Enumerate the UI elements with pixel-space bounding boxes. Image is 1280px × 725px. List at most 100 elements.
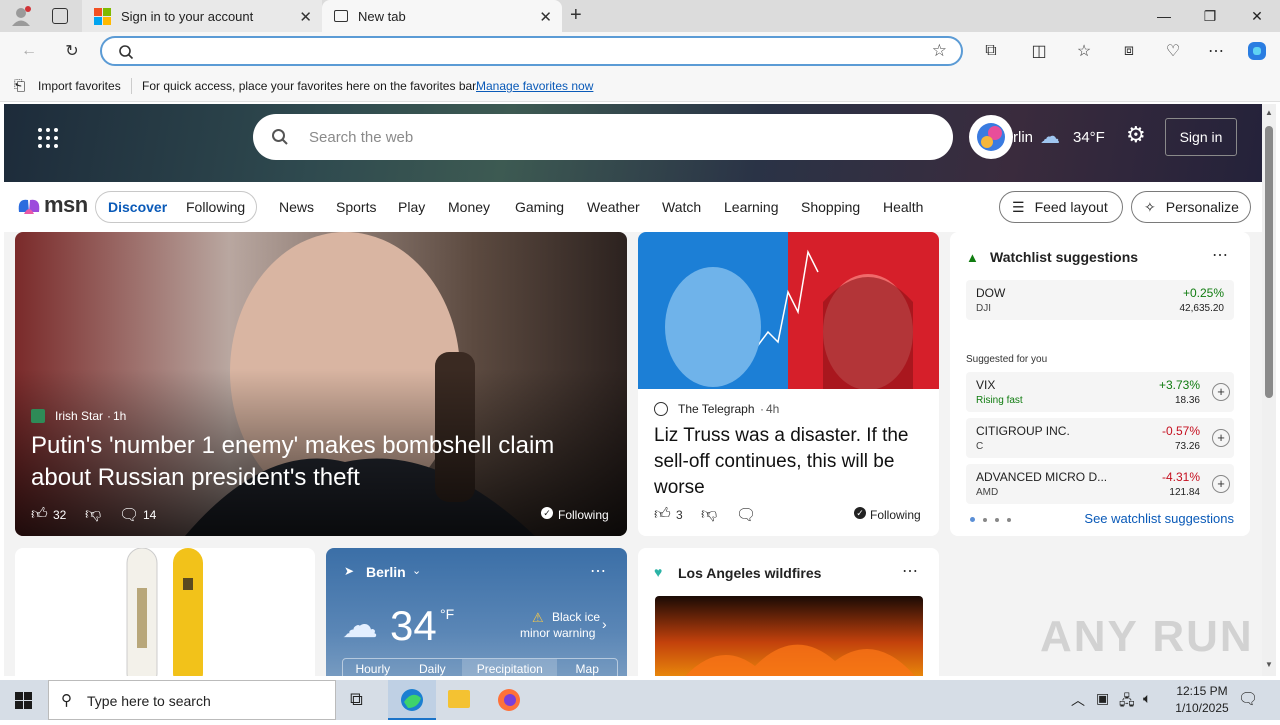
- nav-weather[interactable]: Weather: [587, 199, 640, 215]
- address-bar[interactable]: ☆: [100, 36, 963, 66]
- like-icon[interactable]: 👍︎: [31, 505, 48, 524]
- nav-watch[interactable]: Watch: [662, 199, 701, 215]
- import-favorites-button[interactable]: Import favorites: [38, 79, 121, 93]
- chevron-down-icon[interactable]: ⌄: [412, 564, 421, 577]
- edge-taskbar-icon[interactable]: [388, 680, 436, 720]
- feed-layout-button[interactable]: ☰ Feed layout: [999, 191, 1123, 223]
- apps-grid-icon[interactable]: [38, 128, 58, 148]
- device-icon[interactable]: ▣: [1096, 690, 1109, 707]
- more-options-icon[interactable]: ⋯: [590, 561, 606, 581]
- comment-icon[interactable]: 🗨︎: [736, 505, 756, 525]
- tab-actions-icon[interactable]: [52, 8, 68, 24]
- chevron-up-icon[interactable]: ︿: [1071, 690, 1085, 710]
- product-card[interactable]: [15, 548, 315, 676]
- location-label[interactable]: rlin: [1013, 129, 1033, 146]
- weather-tab-hourly[interactable]: Hourly: [343, 659, 403, 676]
- page-scrollbar[interactable]: ▲ ▼: [1262, 104, 1276, 676]
- main-story-following[interactable]: Following: [558, 508, 609, 522]
- more-options-icon[interactable]: ⋯: [1205, 40, 1227, 62]
- weather-tab-map[interactable]: Map: [557, 659, 617, 676]
- msn-logo[interactable]: msn: [16, 192, 88, 218]
- nav-sports[interactable]: Sports: [336, 199, 376, 215]
- watchlist-row[interactable]: CITIGROUP INC. C -0.57% 73.26 +: [966, 418, 1234, 458]
- settings-gear-icon[interactable]: ⚙: [1126, 122, 1146, 148]
- scrollbar-thumb[interactable]: [1265, 126, 1273, 398]
- chevron-right-icon[interactable]: ›: [602, 616, 607, 632]
- close-tab-icon[interactable]: ✕: [539, 8, 552, 26]
- header-temperature[interactable]: 34°F: [1073, 129, 1105, 146]
- weather-alert-line1[interactable]: Black ice: [552, 610, 600, 624]
- favorites-icon[interactable]: ☆: [1073, 40, 1095, 62]
- watchlist-index-row[interactable]: DOW DJI +0.25% 42,635.20: [966, 280, 1234, 320]
- copilot-icon[interactable]: [1246, 40, 1268, 62]
- wildfires-card[interactable]: ♥ Los Angeles wildfires ⋯: [638, 548, 939, 676]
- split-screen-icon[interactable]: ◫: [1028, 40, 1050, 62]
- tab-sign-in[interactable]: Sign in to your account ✕: [82, 0, 322, 32]
- main-story-headline[interactable]: Putin's 'number 1 enemy' makes bombshell…: [31, 430, 591, 494]
- nav-learning[interactable]: Learning: [724, 199, 779, 215]
- import-favorites-icon[interactable]: ⎗: [14, 77, 25, 94]
- close-window-icon[interactable]: ✕: [1234, 0, 1280, 32]
- sign-in-button[interactable]: Sign in: [1165, 118, 1237, 156]
- nav-shopping[interactable]: Shopping: [801, 199, 860, 215]
- second-story-source[interactable]: The Telegraph: [678, 402, 755, 416]
- copilot-avatar-icon[interactable]: [969, 115, 1013, 159]
- address-input[interactable]: [142, 42, 922, 60]
- taskbar-search-box[interactable]: ⚲ Type here to search: [48, 680, 336, 720]
- restore-icon[interactable]: ❐: [1187, 0, 1233, 32]
- notifications-icon[interactable]: 🗨︎: [1238, 689, 1258, 709]
- personalize-button[interactable]: ✧ Personalize: [1131, 191, 1251, 223]
- nav-news[interactable]: News: [279, 199, 314, 215]
- dislike-icon[interactable]: 👎︎: [85, 505, 101, 524]
- new-tab-icon[interactable]: +: [570, 4, 582, 27]
- tab-new-tab[interactable]: New tab ✕: [322, 0, 562, 32]
- file-explorer-icon[interactable]: [448, 690, 470, 708]
- wildfires-title[interactable]: Los Angeles wildfires: [678, 565, 821, 581]
- main-story-card[interactable]: Irish Star · 1h Putin's 'number 1 enemy'…: [15, 232, 627, 536]
- extensions-icon[interactable]: ⧉: [980, 40, 1002, 62]
- more-options-icon[interactable]: ⋯: [902, 561, 918, 581]
- network-icon[interactable]: 🖧︎: [1119, 690, 1135, 714]
- weather-card[interactable]: ➤ Berlin ⌄ ⋯ ☁ 34 °F ⚠ Black ice minor w…: [326, 548, 627, 676]
- manage-favorites-link[interactable]: Manage favorites now: [476, 79, 593, 93]
- windows-start-icon[interactable]: [15, 692, 32, 709]
- favorite-star-icon[interactable]: ☆: [932, 41, 947, 61]
- firefox-icon[interactable]: [497, 688, 521, 717]
- tab-discover[interactable]: Discover: [108, 199, 167, 215]
- watchlist-row[interactable]: VIX Rising fast +3.73% 18.36 +: [966, 372, 1234, 412]
- second-story-headline[interactable]: Liz Truss was a disaster. If the sell-of…: [654, 423, 930, 501]
- main-story-source[interactable]: Irish Star: [55, 409, 103, 423]
- nav-play[interactable]: Play: [398, 199, 425, 215]
- scroll-down-icon[interactable]: ▼: [1265, 660, 1273, 669]
- web-search-box[interactable]: Search the web: [253, 114, 953, 160]
- nav-gaming[interactable]: Gaming: [515, 199, 564, 215]
- volume-icon[interactable]: 🔈︎: [1143, 690, 1151, 707]
- second-story-following[interactable]: Following: [870, 508, 921, 522]
- collections-icon[interactable]: ⧈: [1118, 40, 1140, 62]
- browser-essentials-icon[interactable]: ♡: [1162, 40, 1184, 62]
- minimize-icon[interactable]: —: [1141, 0, 1187, 32]
- tab-following[interactable]: Following: [186, 199, 245, 215]
- clock-date[interactable]: 1/10/2025: [1168, 701, 1236, 715]
- second-story-card[interactable]: The Telegraph · 4h Liz Truss was a disas…: [638, 232, 939, 536]
- see-watchlist-link[interactable]: See watchlist suggestions: [1084, 511, 1234, 526]
- like-icon[interactable]: 👍︎: [654, 505, 671, 524]
- comment-icon[interactable]: 🗨︎: [119, 505, 139, 525]
- add-stock-icon[interactable]: +: [1212, 383, 1230, 401]
- back-icon[interactable]: ←: [18, 40, 40, 62]
- watchlist-row[interactable]: ADVANCED MICRO D... AMD -4.31% 121.84 +: [966, 464, 1234, 504]
- pagination-dots[interactable]: [970, 517, 1011, 522]
- weather-city[interactable]: Berlin: [366, 564, 406, 580]
- watchlist-title[interactable]: Watchlist suggestions: [990, 249, 1138, 265]
- scroll-up-icon[interactable]: ▲: [1265, 108, 1273, 117]
- nav-health[interactable]: Health: [883, 199, 923, 215]
- nav-money[interactable]: Money: [448, 199, 490, 215]
- add-stock-icon[interactable]: +: [1212, 429, 1230, 447]
- clock-time[interactable]: 12:15 PM: [1172, 684, 1232, 698]
- dislike-icon[interactable]: 👎︎: [701, 505, 717, 524]
- add-stock-icon[interactable]: +: [1212, 475, 1230, 493]
- refresh-icon[interactable]: ↻: [61, 40, 83, 62]
- weather-tab-precipitation[interactable]: Precipitation: [462, 659, 558, 676]
- task-view-icon[interactable]: ⧉: [350, 689, 363, 710]
- weather-tab-daily[interactable]: Daily: [403, 659, 463, 676]
